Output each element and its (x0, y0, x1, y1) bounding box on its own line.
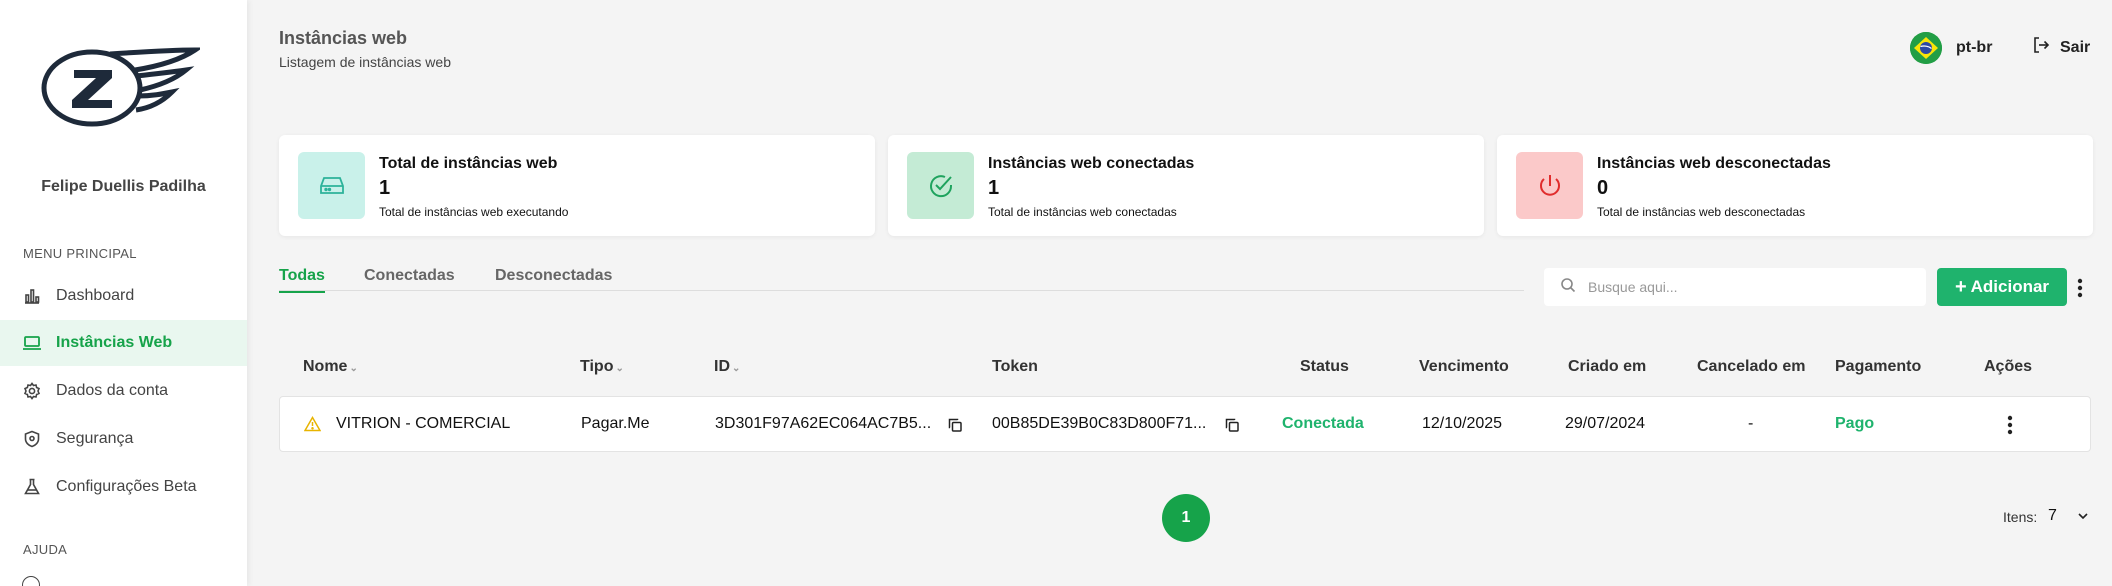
logout-icon (2032, 36, 2050, 59)
cell-id: 3D301F97A62EC064AC7B5... (715, 415, 932, 432)
power-icon (1516, 152, 1583, 219)
warning-icon (303, 415, 322, 437)
add-button-label: Adicionar (1970, 277, 2050, 296)
card-title: Instâncias web desconectadas (1597, 155, 1831, 172)
language-label: pt-br (1956, 39, 1993, 56)
table-row: VITRION - COMERCIAL Pagar.Me 3D301F97A62… (279, 396, 2091, 452)
tab-todas[interactable]: Todas (279, 267, 325, 293)
items-per-page-select[interactable]: 7 (2048, 507, 2057, 525)
plus-icon: + (1954, 275, 1967, 298)
add-button[interactable]: + Adicionar (1937, 268, 2067, 306)
filter-tabs: Todas Conectadas Desconectadas (279, 265, 1524, 293)
tab-desconectadas[interactable]: Desconectadas (495, 267, 612, 291)
card-description: Total de instâncias web conectadas (988, 205, 1177, 219)
column-header-status: Status (1300, 358, 1349, 375)
payment-status: Pago (1835, 415, 1875, 432)
status-badge: Conectada (1282, 415, 1364, 432)
column-header-id[interactable]: ID ⌄ (714, 358, 740, 376)
search-box (1544, 268, 1926, 306)
copy-token-icon[interactable] (1224, 417, 1240, 433)
column-header-tipo[interactable]: Tipo ⌄ (580, 358, 624, 376)
column-header-acoes: Ações (1984, 358, 2033, 375)
sidebar-item-label: Dashboard (56, 287, 135, 304)
page-title: Instâncias web (279, 28, 408, 48)
sidebar-item-label: Segurança (56, 430, 134, 447)
sort-icon: ⌄ (615, 363, 624, 374)
card-description: Total de instâncias web desconectadas (1597, 205, 1806, 219)
sort-icon: ⌄ (349, 363, 358, 374)
logout-button[interactable]: Sair (2032, 36, 2090, 59)
cell-criado-em: 29/07/2024 (1565, 415, 1646, 432)
card-description: Total de instâncias web executando (379, 205, 569, 219)
user-name: Felipe Duellis Padilha (41, 178, 206, 195)
column-header-vencimento: Vencimento (1419, 358, 1509, 375)
stat-card-total: Total de instâncias web 1 Total de instâ… (279, 135, 875, 236)
items-per-page-label: Itens: (2003, 509, 2038, 525)
flask-icon (22, 477, 42, 497)
sidebar-item-label: Instâncias Web (56, 334, 173, 351)
more-options-icon[interactable] (2074, 276, 2086, 300)
page-subtitle: Listagem de instâncias web (279, 54, 451, 70)
help-section-label: AJUDA (23, 542, 68, 557)
language-selector[interactable]: pt-br (1910, 32, 1992, 64)
card-value: 1 (379, 177, 391, 199)
logout-label: Sair (2060, 38, 2091, 56)
search-icon (1560, 277, 1576, 298)
card-title: Instâncias web conectadas (988, 155, 1195, 172)
column-header-token: Token (992, 358, 1038, 375)
sidebar-item-configuracoes-beta[interactable]: Configurações Beta (0, 464, 247, 510)
card-title: Total de instâncias web (379, 155, 558, 172)
sidebar-item-dados-da-conta[interactable]: Dados da conta (0, 368, 247, 414)
cell-tipo: Pagar.Me (581, 415, 650, 432)
laptop-icon (22, 333, 42, 353)
card-value: 0 (1597, 177, 1609, 199)
tab-conectadas[interactable]: Conectadas (364, 267, 455, 291)
brazil-flag-icon (1910, 32, 1942, 64)
brand-logo[interactable] (40, 46, 204, 130)
sidebar-item-seguranca[interactable]: Segurança (0, 416, 247, 462)
sidebar-item-label: Dados da conta (56, 382, 169, 399)
row-actions-icon[interactable] (2004, 413, 2016, 437)
stat-card-desconectadas: Instâncias web desconectadas 0 Total de … (1497, 135, 2093, 236)
bar-chart-icon (22, 286, 42, 306)
cell-token: 00B85DE39B0C83D800F71... (992, 415, 1207, 432)
check-circle-icon (907, 152, 974, 219)
gear-icon (22, 381, 42, 401)
pagination-page-1[interactable]: 1 (1162, 494, 1210, 542)
help-icon[interactable] (22, 576, 40, 586)
server-icon (298, 152, 365, 219)
cell-cancelado-em: - (1748, 415, 1754, 432)
column-header-nome[interactable]: Nome ⌄ (303, 358, 358, 376)
search-input[interactable] (1588, 279, 1908, 295)
copy-id-icon[interactable] (947, 417, 963, 433)
card-value: 1 (988, 177, 1000, 199)
column-header-criado-em: Criado em (1568, 358, 1647, 375)
sort-icon: ⌄ (732, 363, 741, 374)
sidebar: Felipe Duellis Padilha MENU PRINCIPAL Da… (0, 0, 247, 586)
shield-icon (22, 429, 42, 449)
sidebar-item-instancias-web[interactable]: Instâncias Web (0, 320, 247, 366)
sidebar-item-label: Configurações Beta (56, 478, 197, 495)
menu-section-label: MENU PRINCIPAL (23, 246, 137, 261)
sidebar-item-dashboard[interactable]: Dashboard (0, 273, 247, 319)
chevron-down-icon[interactable] (2076, 509, 2090, 523)
stat-card-conectadas: Instâncias web conectadas 1 Total de ins… (888, 135, 1484, 236)
cell-vencimento: 12/10/2025 (1422, 415, 1503, 432)
cell-nome: VITRION - COMERCIAL (336, 415, 511, 432)
column-header-pagamento: Pagamento (1835, 358, 1922, 375)
column-header-cancelado-em: Cancelado em (1697, 358, 1806, 375)
